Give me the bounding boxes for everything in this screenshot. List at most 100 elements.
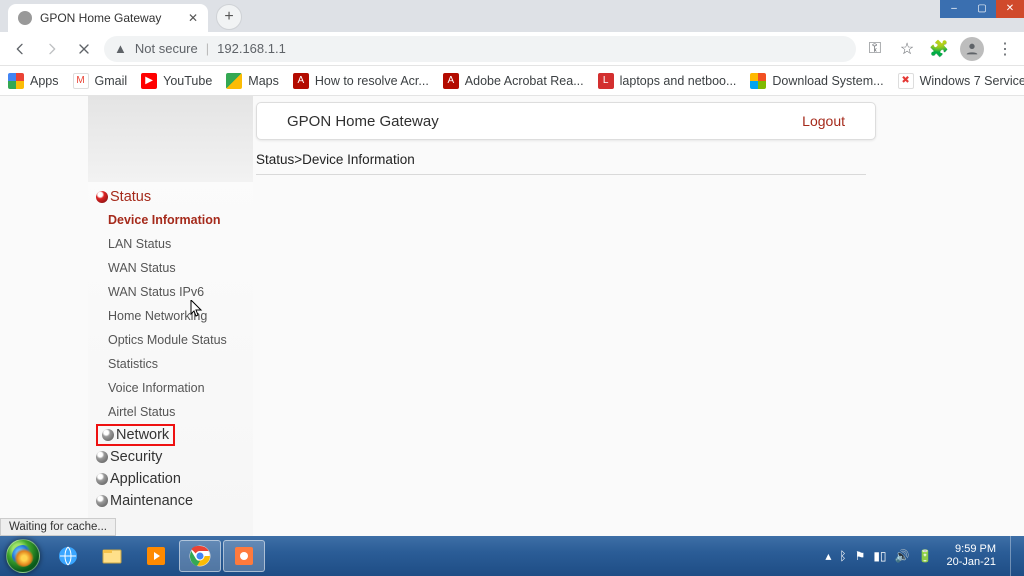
divider [256,174,866,175]
bookmark-label: Windows 7 Service... [920,74,1024,88]
url-text: 192.168.1.1 [217,41,286,56]
tab-title: GPON Home Gateway [40,11,180,25]
bookmark-favicon: L [598,73,614,89]
apps-grid-icon [8,73,24,89]
sidebar-item-device-information[interactable]: Device Information [96,208,253,232]
bookmark-favicon [750,73,766,89]
browser-status-text: Waiting for cache... [0,518,116,536]
new-tab-button[interactable]: + [216,4,242,30]
forward-button[interactable] [40,37,64,61]
taskbar-chrome[interactable] [179,540,221,572]
bookmark-favicon: A [443,73,459,89]
apps-button[interactable]: Apps [8,73,59,89]
bookmark-favicon [226,73,242,89]
expand-icon [102,429,114,441]
page-title: GPON Home Gateway [287,113,439,130]
tray-show-hidden-icon[interactable]: ▴ [825,549,831,563]
tab-close-icon[interactable]: ✕ [188,11,198,25]
tray-battery-icon[interactable]: 🔋 [918,549,933,563]
taskbar-explorer[interactable] [91,540,133,572]
show-desktop-button[interactable] [1010,536,1020,576]
breadcrumb: Status>Device Information [256,152,415,167]
window-minimize-button[interactable]: – [940,0,968,18]
bookmark-star-icon[interactable]: ☆ [896,38,918,60]
extension-puzzle-icon[interactable]: 🧩 [928,38,950,60]
sidebar-item-voice-information[interactable]: Voice Information [96,376,253,400]
not-secure-label: Not secure [135,41,198,56]
sidebar-item-airtel-status[interactable]: Airtel Status [96,400,253,424]
sidebar-item-home-networking[interactable]: Home Networking [96,304,253,328]
expand-icon [96,451,108,463]
expand-icon [96,473,108,485]
sidebar-item-lan-status[interactable]: LAN Status [96,232,253,256]
highlight-box: Network [96,424,175,446]
sidebar-header-band [88,96,253,182]
tray-bluetooth-icon[interactable]: ᛒ [839,549,846,563]
clock-time: 9:59 PM [946,543,996,556]
section-label: Security [110,449,162,465]
section-label: Maintenance [110,493,193,509]
tray-network-icon[interactable]: ▮▯ [873,549,886,563]
sidebar-section-maintenance[interactable]: Maintenance [96,490,253,512]
window-close-button[interactable]: ✕ [996,0,1024,18]
bookmark-label: Download System... [772,74,883,88]
bookmark-label: YouTube [163,74,212,88]
page-viewport: GPON Home Gateway Logout Status>Device I… [0,96,1024,536]
bookmark-label: laptops and netboo... [620,74,737,88]
taskbar-app[interactable] [223,540,265,572]
not-secure-icon: ▲ [114,41,127,56]
bookmark-item[interactable]: A Adobe Acrobat Rea... [443,73,584,89]
bookmark-item[interactable]: M Gmail [73,73,128,89]
system-tray: ▴ ᛒ ⚑ ▮▯ 🔊 🔋 9:59 PM 20-Jan-21 [825,536,1024,576]
page-header: GPON Home Gateway Logout [256,102,876,140]
browser-tab-strip: GPON Home Gateway ✕ + [0,0,1024,32]
bookmark-item[interactable]: Maps [226,73,279,89]
bookmark-label: Adobe Acrobat Rea... [465,74,584,88]
windows-logo-icon [6,539,40,573]
window-maximize-button[interactable]: ▢ [968,0,996,18]
browser-tab[interactable]: GPON Home Gateway ✕ [8,4,208,32]
password-key-icon[interactable]: ⚿ [864,38,886,60]
section-label: Status [110,189,151,205]
bookmark-item[interactable]: A How to resolve Acr... [293,73,429,89]
bookmark-item[interactable]: Llaptops and netboo... [598,73,737,89]
bookmark-label: Maps [248,74,279,88]
taskbar-ie[interactable] [47,540,89,572]
sidebar-section-network[interactable]: Network [102,426,169,444]
logout-link[interactable]: Logout [802,113,845,129]
clock-date: 20-Jan-21 [946,556,996,569]
sidebar-item-statistics[interactable]: Statistics [96,352,253,376]
omnibox-separator: | [206,41,209,56]
chrome-menu-icon[interactable]: ⋮ [994,38,1016,60]
tray-action-center-icon[interactable]: ⚑ [855,549,866,563]
sidebar-item-wan-status-ipv6[interactable]: WAN Status IPv6 [96,280,253,304]
bookmark-item[interactable]: ▶ YouTube [141,73,212,89]
sidebar-section-application[interactable]: Application [96,468,253,490]
section-label: Network [116,427,169,443]
bookmark-favicon: M [73,73,89,89]
sidebar-item-wan-status[interactable]: WAN Status [96,256,253,280]
bookmark-label: How to resolve Acr... [315,74,429,88]
tray-volume-icon[interactable]: 🔊 [895,549,910,563]
start-button[interactable] [0,536,46,576]
taskbar-media-player[interactable] [135,540,177,572]
back-button[interactable] [8,37,32,61]
windows-taskbar: ▴ ᛒ ⚑ ▮▯ 🔊 🔋 9:59 PM 20-Jan-21 [0,536,1024,576]
sidebar-item-optics-module-status[interactable]: Optics Module Status [96,328,253,352]
sidebar-section-security[interactable]: Security [96,446,253,468]
bookmark-favicon: ▶ [141,73,157,89]
profile-avatar-icon[interactable] [960,37,984,61]
stop-reload-button[interactable] [72,37,96,61]
apps-label: Apps [30,74,59,88]
bookmark-item[interactable]: Download System... [750,73,883,89]
bookmark-item[interactable]: ✖Windows 7 Service... [898,73,1024,89]
sidebar-section-status[interactable]: Status [96,186,253,208]
address-bar[interactable]: ▲ Not secure | 192.168.1.1 [104,36,856,62]
tab-favicon [18,11,32,25]
browser-toolbar: ▲ Not secure | 192.168.1.1 ⚿ ☆ 🧩 ⋮ [0,32,1024,66]
sidebar: Status Device Information LAN Status WAN… [88,96,253,536]
expand-icon [96,495,108,507]
bookmark-label: Gmail [95,74,128,88]
taskbar-clock[interactable]: 9:59 PM 20-Jan-21 [946,543,996,569]
bookmark-favicon: A [293,73,309,89]
